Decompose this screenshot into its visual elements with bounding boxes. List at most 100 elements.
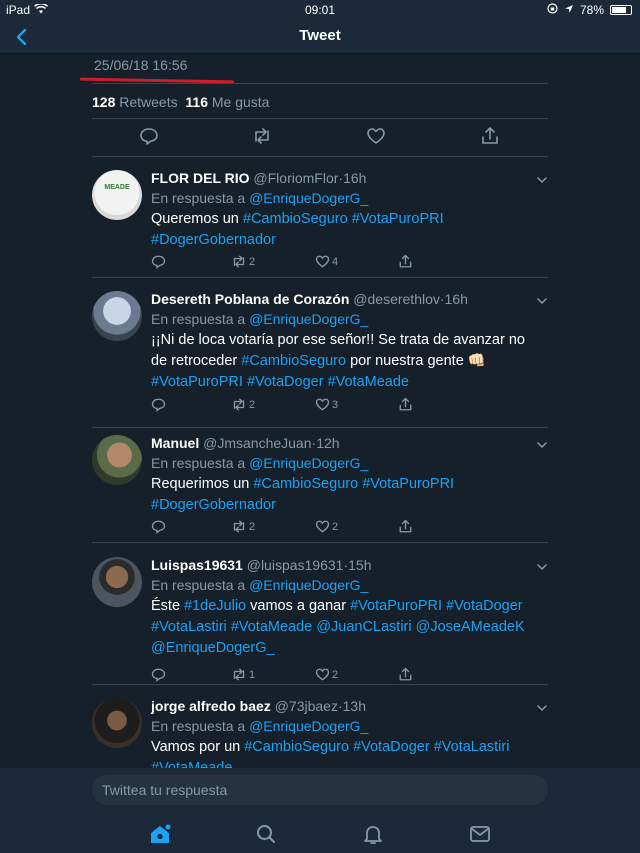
hashtag-link[interactable]: #VotaMeade (328, 374, 409, 390)
divider (92, 83, 548, 84)
hashtag-link[interactable]: #VotaPuroPRI (151, 374, 243, 390)
reply-button[interactable] (151, 397, 166, 412)
reply-button[interactable] (151, 519, 166, 534)
hashtag-link[interactable]: #VotaPuroPRI (362, 476, 454, 492)
like-button[interactable]: 3 (315, 397, 338, 412)
retweet-count: 2 (249, 255, 256, 268)
hashtag-link[interactable]: #VotaDoger (353, 739, 430, 755)
avatar[interactable] (92, 291, 142, 341)
reply-to-handle[interactable]: @EnriqueDogerG_ (249, 455, 368, 471)
reply-actions: 12 (151, 667, 431, 685)
reply-prefix: En respuesta a (151, 311, 246, 327)
in-reply-to: En respuesta a @EnriqueDogerG_ (151, 455, 543, 471)
like-button[interactable]: 2 (315, 519, 338, 534)
hashtag-link[interactable]: #VotaLastiri (434, 739, 510, 755)
avatar[interactable]: MEADE (92, 170, 142, 220)
tab-notifications[interactable] (361, 822, 385, 846)
hashtag-link[interactable]: @JoseAMeadeK (416, 619, 525, 635)
more-options-button[interactable] (536, 437, 548, 449)
hashtag-link[interactable]: @JuanCLastiri (316, 619, 411, 635)
hashtag-link[interactable]: #CambioSeguro (253, 476, 358, 492)
hashtag-link[interactable]: #VotaDoger (247, 374, 324, 390)
tab-search[interactable] (254, 822, 278, 846)
more-options-button[interactable] (536, 293, 548, 305)
like-count: 4 (332, 255, 339, 268)
reply-input[interactable]: Twittea tu respuesta (92, 775, 548, 805)
like-count: 2 (332, 520, 339, 533)
reply-to-handle[interactable]: @EnriqueDogerG_ (249, 190, 368, 206)
reply-header: Manuel @JmsancheJuan·12h (151, 435, 543, 451)
tab-messages[interactable] (468, 822, 492, 846)
like-button[interactable]: 4 (315, 254, 338, 269)
hashtag-link[interactable]: #DogerGobernador (151, 232, 276, 248)
user-handle[interactable]: @FloriomFlor (253, 170, 338, 186)
user-name[interactable]: Manuel (151, 435, 199, 451)
in-reply-to: En respuesta a @EnriqueDogerG_ (151, 190, 543, 206)
hashtag-link[interactable]: #VotaMeade (231, 619, 312, 635)
divider (92, 277, 548, 278)
user-name[interactable]: FLOR DEL RIO (151, 170, 250, 186)
reply-to-handle[interactable]: @EnriqueDogerG_ (249, 718, 368, 734)
retweet-icon (233, 668, 245, 681)
user-name[interactable]: jorge alfredo baez (151, 698, 271, 714)
reply-body: jorge alfredo baez @73jbaez·13h En respue… (151, 698, 543, 779)
share-button[interactable] (480, 126, 500, 146)
more-options-button[interactable] (536, 172, 548, 184)
share-button[interactable] (398, 519, 413, 534)
reply-body: Manuel @JmsancheJuan·12h En respuesta a @… (151, 435, 543, 516)
retweets-label[interactable]: Retweets (119, 94, 177, 110)
share-button[interactable] (398, 397, 413, 412)
user-name[interactable]: Luispas19631 (151, 557, 243, 573)
user-handle[interactable]: @JmsancheJuan (203, 435, 311, 451)
reply-time: 13h (342, 698, 366, 714)
like-button[interactable] (366, 126, 386, 146)
likes-label[interactable]: Me gusta (212, 94, 270, 110)
reply-header: FLOR DEL RIO @FloriomFlor·16h (151, 170, 543, 186)
avatar[interactable] (92, 698, 142, 748)
reply-button[interactable] (151, 254, 166, 269)
user-handle[interactable]: @deserethlov (353, 291, 440, 307)
reply-to-handle[interactable]: @EnriqueDogerG_ (249, 311, 368, 327)
retweet-button[interactable]: 2 (231, 397, 255, 412)
hashtag-link[interactable]: @EnriqueDogerG_ (151, 640, 275, 656)
avatar[interactable] (92, 557, 142, 607)
hashtag-link[interactable]: #VotaPuroPRI (352, 211, 444, 227)
text-segment: Éste (151, 598, 185, 614)
hashtag-link[interactable]: #VotaPuroPRI (350, 598, 442, 614)
reply-button[interactable] (151, 667, 166, 682)
user-handle[interactable]: @luispas19631 (247, 557, 344, 573)
tab-home[interactable] (148, 822, 172, 846)
hashtag-link[interactable]: #CambioSeguro (241, 353, 346, 369)
reply-text: Éste #1deJulio vamos a ganar #VotaPuroPR… (151, 596, 543, 659)
like-icon (315, 668, 330, 681)
hashtag-link[interactable]: #DogerGobernador (151, 497, 276, 513)
avatar[interactable] (92, 435, 142, 485)
share-button[interactable] (398, 667, 413, 682)
share-button[interactable] (398, 254, 413, 269)
user-name[interactable]: Desereth Poblana de Corazón (151, 291, 349, 307)
reply-button[interactable] (139, 126, 159, 146)
hashtag-link[interactable]: #CambioSeguro (244, 739, 349, 755)
retweet-button[interactable]: 1 (231, 667, 255, 682)
retweet-count: 2 (249, 520, 256, 533)
more-options-button[interactable] (536, 559, 548, 571)
reply-bar: Twittea tu respuesta (0, 768, 640, 814)
hashtag-link[interactable]: #1deJulio (184, 598, 246, 614)
user-handle[interactable]: @73jbaez (275, 698, 338, 714)
retweet-count: 2 (249, 398, 256, 411)
more-options-button[interactable] (536, 700, 548, 712)
like-button[interactable]: 2 (315, 667, 338, 682)
reply-text: Queremos un #CambioSeguro #VotaPuroPRI #… (151, 209, 543, 251)
retweets-count[interactable]: 128 (92, 94, 115, 110)
retweet-button[interactable] (252, 126, 272, 146)
likes-count[interactable]: 116 (185, 94, 208, 110)
hashtag-link[interactable]: #VotaLastiri (151, 619, 227, 635)
reply-to-handle[interactable]: @EnriqueDogerG_ (249, 577, 368, 593)
hashtag-link[interactable]: #VotaDoger (446, 598, 523, 614)
reply-body: Desereth Poblana de Corazón @deserethlov… (151, 291, 543, 393)
hashtag-link[interactable]: #CambioSeguro (243, 211, 348, 227)
messages-icon (470, 826, 490, 842)
retweet-button[interactable]: 2 (231, 519, 255, 534)
retweet-button[interactable]: 2 (231, 254, 255, 269)
like-icon (315, 255, 330, 268)
